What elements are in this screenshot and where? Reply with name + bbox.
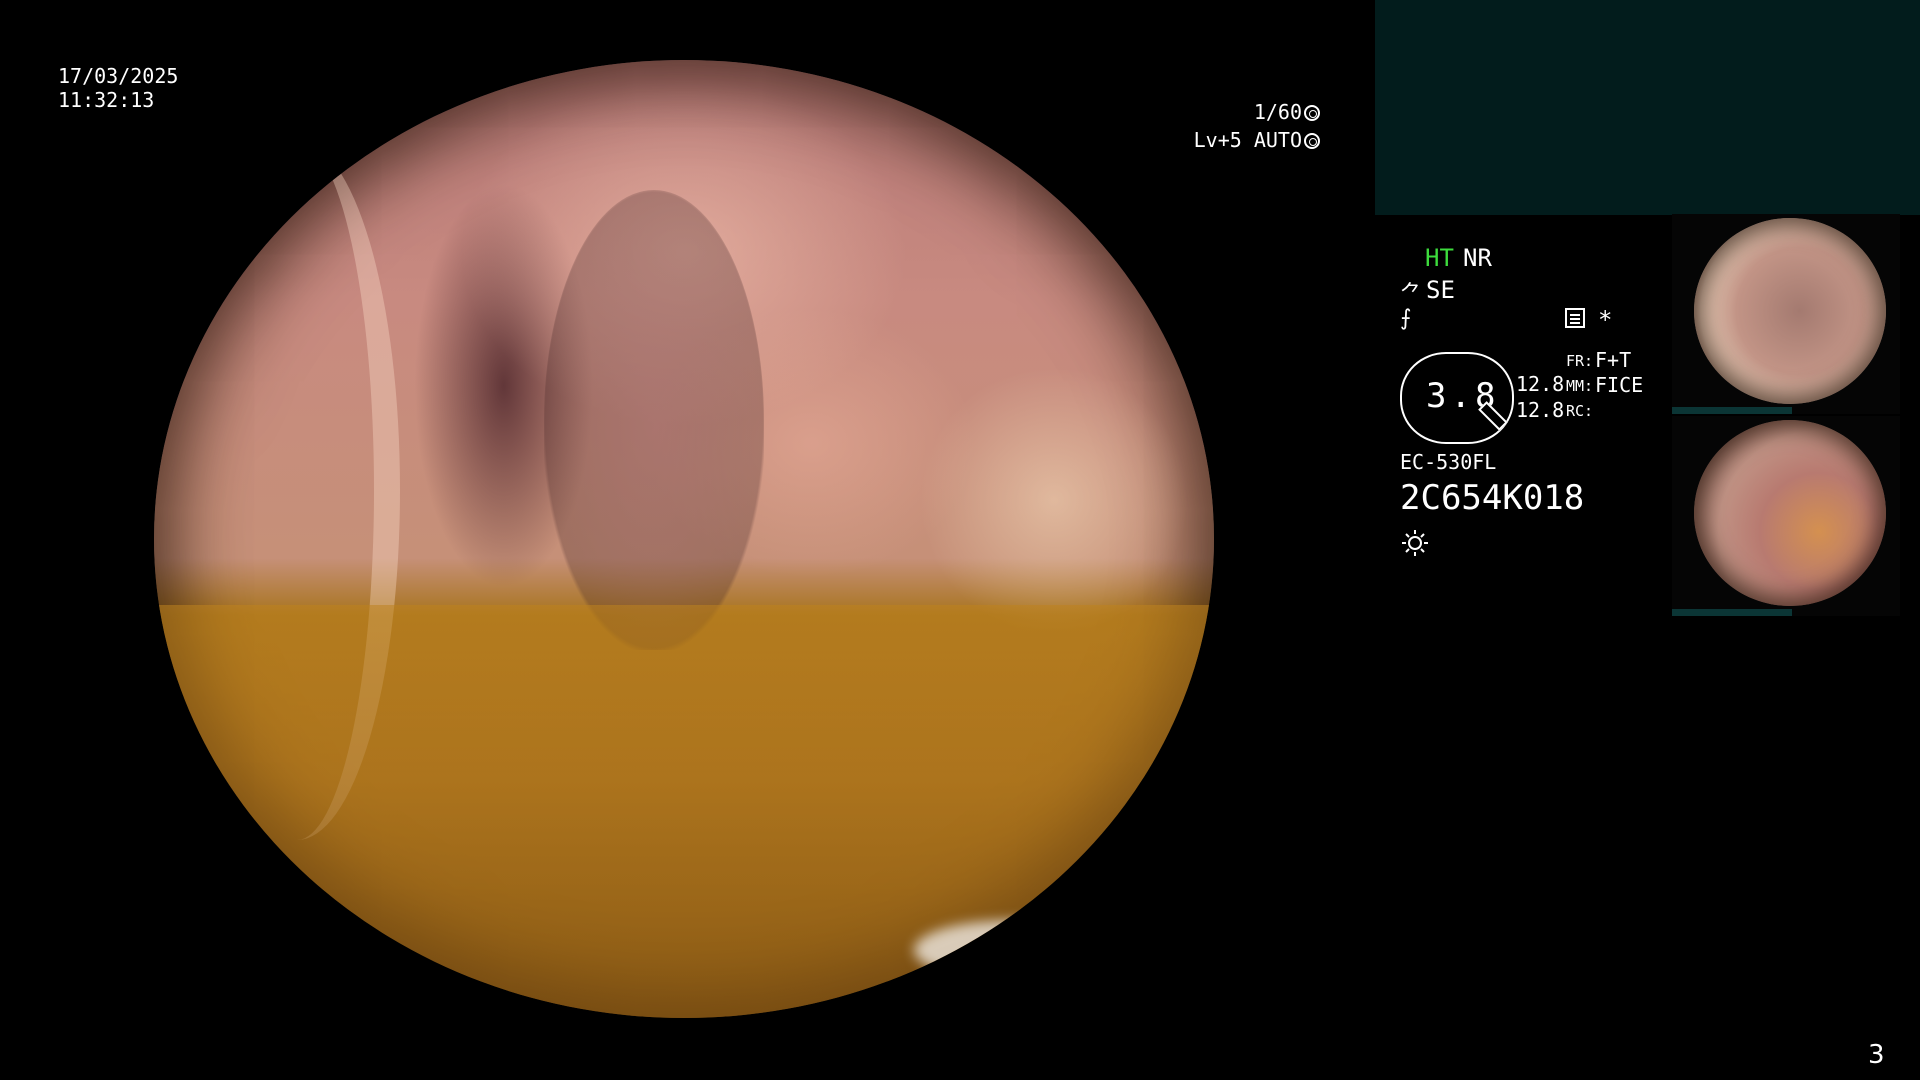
star-indicator: * [1598,306,1613,334]
thumbnail-bar [1672,609,1792,616]
info-panel-header [1375,0,1920,215]
shutter-icon [1304,105,1320,121]
thumbnail-1[interactable] [1672,214,1900,414]
auto-iris-icon [1304,133,1320,149]
thumbnail-image [1694,218,1886,404]
thumbnail-bar [1672,407,1792,414]
rc-label: RC: [1566,402,1594,420]
shutter-readout: 1/60 [1160,100,1320,124]
nr-indicator: NR [1463,244,1492,272]
page-number: 3 [1868,1040,1885,1070]
shutter-value: 1/60 [1253,100,1302,124]
fr-label: FR: [1566,352,1594,370]
level-value: Lv+5 AUTO [1193,128,1302,152]
light-glare [914,920,1114,980]
lumen-shadow [544,190,764,650]
light-icon [1402,530,1428,556]
param-value-1: 12.8 [1516,372,1565,396]
date-label: 17/03/2025 [58,64,179,88]
scope-model: EC-530FL [1400,450,1497,474]
mode-icon: ⨍ [1400,306,1412,331]
fr-value: F+T [1595,348,1632,372]
mm-value: FICE [1595,373,1644,397]
se-indicator: SE [1426,276,1455,304]
scope-serial: 2C654K018 [1400,478,1585,518]
bubble-cluster [914,370,1194,630]
se-icon: ⺈ [1400,282,1423,307]
ht-indicator: HT [1425,244,1454,272]
endoscope-view [154,60,1214,1018]
thumbnail-image [1694,420,1886,606]
param-value-2: 12.8 [1516,398,1565,422]
memo-icon [1565,308,1585,328]
time-label: 11:32:13 [58,88,155,112]
level-readout: Lv+5 AUTO [1160,128,1320,152]
mm-label: MM: [1566,377,1594,395]
thumbnail-2[interactable] [1672,416,1900,616]
